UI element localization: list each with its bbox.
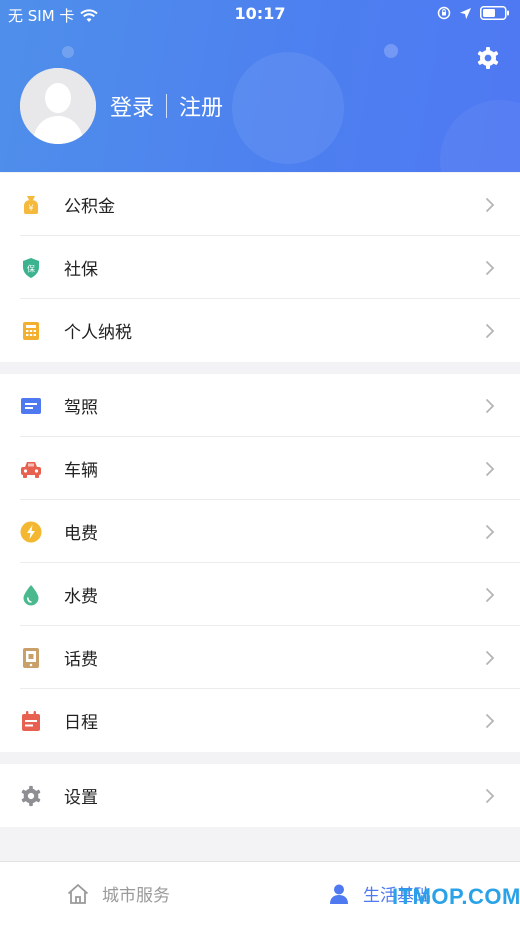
default-avatar-icon xyxy=(20,68,96,144)
driver-license-icon xyxy=(21,397,41,414)
svg-text:保: 保 xyxy=(27,263,35,273)
calendar-icon xyxy=(22,710,40,731)
tax-calculator-icon xyxy=(23,321,39,340)
menu-item-phone-bill[interactable]: 话费 xyxy=(0,626,520,689)
housing-fund-icon: ¥ xyxy=(24,195,38,214)
menu-label: 社保 xyxy=(64,260,98,280)
watermark-text: ITMOP.COM xyxy=(392,884,520,909)
water-drop-icon xyxy=(23,584,39,605)
profile-header: 无 SIM 卡 10:17 登录 注册 xyxy=(0,0,520,172)
login-link[interactable]: 登录 xyxy=(110,90,154,122)
tab-city-services[interactable]: 城市服务 xyxy=(66,862,170,925)
status-bar: 无 SIM 卡 10:17 xyxy=(0,0,520,28)
menu-item-schedule[interactable]: 日程 xyxy=(0,689,520,752)
chevron-right-icon xyxy=(485,398,495,413)
menu-label: 话费 xyxy=(64,650,98,670)
menu-item-personal-tax[interactable]: 个人纳税 xyxy=(0,299,520,362)
menu-item-driver-license[interactable]: 驾照 xyxy=(0,374,520,437)
chevron-right-icon xyxy=(485,260,495,275)
menu-label: 日程 xyxy=(64,713,98,733)
menu-item-vehicle[interactable]: 车辆 xyxy=(0,437,520,500)
chevron-right-icon xyxy=(485,323,495,338)
chevron-right-icon xyxy=(485,713,495,728)
menu-group-life: 驾照 车辆 电费 水费 话费 日程 xyxy=(0,374,520,752)
chevron-right-icon xyxy=(485,197,495,212)
home-icon xyxy=(67,883,89,904)
register-link[interactable]: 注册 xyxy=(179,90,223,122)
menu-item-electricity[interactable]: 电费 xyxy=(0,500,520,563)
menu-label: 驾照 xyxy=(64,398,98,418)
tab-label: 城市服务 xyxy=(102,886,170,906)
menu-label: 车辆 xyxy=(64,461,98,481)
chevron-right-icon xyxy=(485,524,495,539)
chevron-right-icon xyxy=(485,650,495,665)
decor-circle xyxy=(232,52,344,164)
login-divider xyxy=(166,94,168,118)
menu-group-settings: 设置 xyxy=(0,764,520,827)
menu-item-settings[interactable]: 设置 xyxy=(0,764,520,827)
decor-circle xyxy=(384,44,398,58)
settings-gear-icon xyxy=(21,785,41,806)
location-arrow-icon xyxy=(460,7,471,19)
person-icon xyxy=(330,884,348,904)
menu-label: 水费 xyxy=(64,587,98,607)
menu-label: 电费 xyxy=(64,524,98,544)
social-security-icon: 保 xyxy=(23,257,39,278)
phone-bill-icon xyxy=(23,647,39,668)
settings-gear-icon[interactable] xyxy=(476,46,500,70)
menu-label: 设置 xyxy=(64,788,98,808)
login-register: 登录 注册 xyxy=(110,90,223,122)
menu-group-accounts: ¥ 公积金 保 社保 个人纳税 xyxy=(0,173,520,362)
svg-text:¥: ¥ xyxy=(28,203,33,212)
battery-icon xyxy=(480,6,509,20)
decor-circle xyxy=(440,100,520,172)
menu-item-water[interactable]: 水费 xyxy=(0,563,520,626)
electricity-icon xyxy=(20,521,42,542)
chevron-right-icon xyxy=(485,587,495,602)
decor-circle xyxy=(62,46,74,58)
menu-label: 个人纳税 xyxy=(64,323,132,343)
menu-item-social-security[interactable]: 保 社保 xyxy=(0,236,520,299)
orientation-lock-icon xyxy=(437,6,451,20)
car-icon xyxy=(21,461,41,478)
avatar[interactable] xyxy=(20,68,96,144)
chevron-right-icon xyxy=(485,461,495,476)
chevron-right-icon xyxy=(485,788,495,803)
menu-label: 公积金 xyxy=(64,197,115,217)
menu-item-housing-fund[interactable]: ¥ 公积金 xyxy=(0,173,520,236)
